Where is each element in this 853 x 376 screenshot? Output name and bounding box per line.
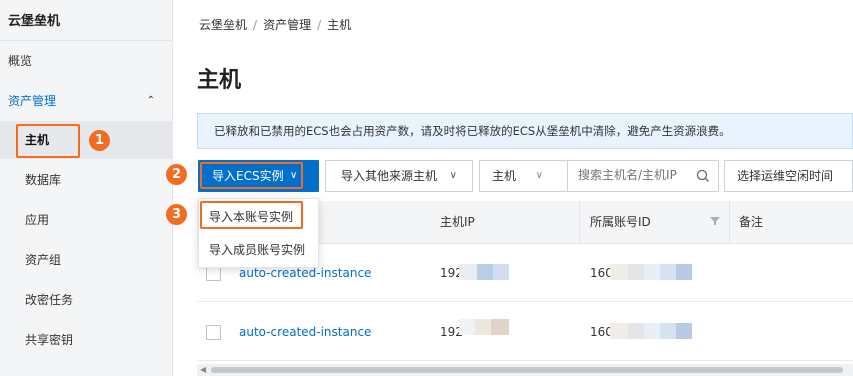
sidebar-item-shared-key[interactable]: 共享密钥 — [0, 321, 173, 359]
idle-time-label: 选择运维空闲时间 — [737, 169, 834, 183]
table-row: auto-created-instance 192 160 — [197, 303, 853, 361]
redacted-block — [459, 319, 475, 335]
import-other-label: 导入其他来源主机 — [341, 169, 438, 183]
sidebar-group-label: 资产管理 — [8, 94, 57, 108]
breadcrumb-item: 主机 — [327, 18, 352, 32]
sidebar-item-label: 概览 — [8, 54, 33, 68]
row-checkbox[interactable] — [206, 266, 221, 281]
redacted-block — [676, 264, 692, 280]
app-title: 云堡垒机 — [8, 14, 61, 29]
import-other-source-button[interactable]: 导入其他来源主机 ∨ — [325, 160, 473, 192]
column-header-host-ip: 主机IP — [440, 215, 475, 229]
sidebar-item-database[interactable]: 数据库 — [0, 161, 173, 199]
page-title: 主机 — [197, 68, 242, 93]
redacted-block — [475, 319, 491, 335]
column-divider — [579, 201, 580, 243]
search-input[interactable] — [578, 168, 688, 182]
sidebar-item-application[interactable]: 应用 — [0, 201, 173, 239]
sidebar-item-label: 数据库 — [25, 173, 62, 187]
sidebar: 云堡垒机 概览 资产管理 ⌃ 主机 数据库 应用 资产组 改密任务 共享密钥 — [0, 0, 173, 376]
redacted-block — [660, 264, 676, 280]
chevron-up-icon: ⌃ — [146, 95, 155, 106]
search-icon[interactable] — [696, 169, 710, 183]
redacted-block — [660, 323, 676, 339]
divider — [0, 40, 173, 41]
redacted-block — [628, 264, 644, 280]
sidebar-item-label: 应用 — [25, 213, 50, 227]
step-badge: 1 — [89, 130, 110, 151]
column-header-remark: 备注 — [739, 215, 764, 229]
redacted-block — [628, 323, 644, 339]
redacted-block — [644, 323, 660, 339]
redacted-block — [493, 264, 509, 280]
breadcrumb-item[interactable]: 资产管理 — [263, 18, 311, 32]
scrollbar-thumb[interactable] — [211, 367, 843, 373]
sidebar-item-password-change-task[interactable]: 改密任务 — [0, 281, 173, 319]
instance-name-link[interactable]: auto-created-instance — [239, 266, 371, 280]
filter-icon[interactable] — [710, 216, 720, 226]
highlight-box-import-own-account — [200, 201, 303, 229]
highlight-box-host — [16, 124, 80, 158]
search-field[interactable] — [567, 160, 719, 192]
instance-name-link[interactable]: auto-created-instance — [239, 325, 371, 339]
search-type-select[interactable]: 主机 ∨ — [479, 160, 568, 192]
column-header-account-id: 所属账号ID — [590, 215, 651, 229]
scroll-left-icon[interactable]: ◀ — [200, 365, 206, 374]
sidebar-item-overview[interactable]: 概览 — [0, 42, 173, 80]
redacted-block — [491, 319, 509, 335]
breadcrumb: 云堡垒机 / 资产管理 / 主机 — [199, 16, 351, 33]
info-notice: 已释放和已禁用的ECS也会占用资产数，请及时将已释放的ECS从堡垒机中清除，避免… — [197, 113, 853, 149]
redacted-block — [676, 323, 692, 339]
redacted-block — [644, 264, 660, 280]
sidebar-item-asset-group[interactable]: 资产组 — [0, 241, 173, 279]
redacted-block — [459, 264, 477, 280]
highlight-box-import-ecs — [200, 162, 303, 189]
breadcrumb-separator: / — [317, 18, 322, 32]
step-badge: 2 — [166, 164, 187, 185]
chevron-down-icon: ∨ — [535, 170, 543, 181]
row-checkbox[interactable] — [206, 325, 221, 340]
step-badge: 3 — [166, 204, 187, 225]
sidebar-item-label: 资产组 — [25, 253, 62, 267]
breadcrumb-separator: / — [253, 18, 258, 32]
horizontal-scrollbar[interactable]: ◀ — [197, 364, 853, 376]
breadcrumb-item[interactable]: 云堡垒机 — [199, 18, 247, 32]
chevron-down-icon: ∨ — [449, 170, 457, 181]
redacted-block — [610, 323, 628, 339]
sidebar-group-asset-management[interactable]: 资产管理 ⌃ — [0, 82, 173, 120]
search-type-label: 主机 — [492, 169, 517, 183]
idle-time-select[interactable]: 选择运维空闲时间 — [724, 160, 853, 192]
redacted-block — [477, 264, 493, 280]
sidebar-item-label: 改密任务 — [25, 293, 74, 307]
column-divider — [729, 201, 730, 243]
menu-item-import-member-account[interactable]: 导入成员账号实例 — [199, 234, 320, 266]
sidebar-item-label: 共享密钥 — [25, 333, 74, 347]
redacted-block — [610, 264, 628, 280]
